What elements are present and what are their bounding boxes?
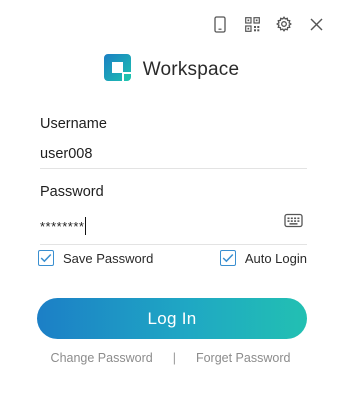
username-value: user008: [40, 146, 93, 162]
brand-header: Workspace: [0, 52, 341, 88]
account-links: Change Password | Forget Password: [0, 351, 341, 365]
login-options: Save Password Auto Login: [38, 250, 307, 266]
app-name: Workspace: [142, 59, 240, 80]
password-label: Password: [40, 184, 104, 200]
checkbox-checked-icon: [38, 250, 54, 266]
auto-login-label: Auto Login: [244, 250, 307, 266]
text-caret: [85, 217, 87, 235]
save-password-label: Save Password: [63, 250, 154, 266]
save-password-checkbox[interactable]: Save Password: [38, 250, 153, 266]
username-field: Username user008: [40, 116, 307, 169]
password-field: Password ********: [40, 184, 307, 245]
title-bar-controls: [209, 13, 327, 35]
login-button[interactable]: Log In: [37, 298, 307, 339]
login-window: Workspace Username user008 Password ****…: [0, 0, 341, 406]
mobile-icon[interactable]: [209, 13, 231, 35]
gear-icon[interactable]: [273, 13, 295, 35]
username-input[interactable]: user008: [40, 140, 307, 169]
link-separator: |: [172, 351, 176, 365]
forget-password-link[interactable]: Forget Password: [196, 351, 290, 365]
password-value: ********: [40, 218, 85, 234]
password-input[interactable]: ********: [40, 208, 307, 245]
change-password-link[interactable]: Change Password: [51, 351, 153, 365]
qr-code-icon[interactable]: [241, 13, 263, 35]
checkbox-checked-icon: [219, 250, 236, 266]
username-label: Username: [40, 116, 107, 132]
close-icon[interactable]: [305, 13, 327, 35]
workspace-logo-icon: [102, 52, 133, 88]
keyboard-icon[interactable]: [284, 213, 303, 233]
auto-login-checkbox[interactable]: Auto Login: [219, 250, 307, 266]
